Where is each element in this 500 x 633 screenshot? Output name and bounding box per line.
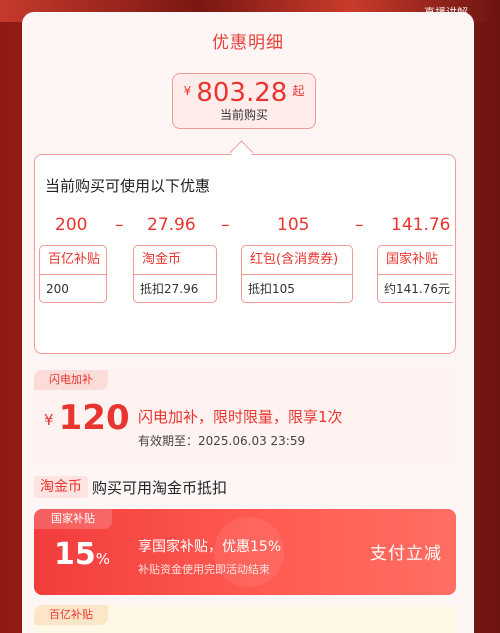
calc-value-bai: 200	[55, 215, 88, 235]
flash-subsidy-tag: 闪电加补	[34, 370, 108, 390]
price-label: 当前购买	[219, 108, 268, 122]
gov-subsidy-card[interactable]: 国家补贴 15% 享国家补贴，优惠15% 补贴资金使用完即活动结束 支付立减	[34, 509, 456, 595]
breakdown-title: 当前购买可使用以下优惠	[45, 177, 211, 195]
gov-percent: 15%	[54, 537, 110, 572]
chip-detail: 约141.76元	[384, 282, 450, 296]
flash-expiry: 有效期至：2025.06.03 23:59	[138, 434, 306, 448]
minus-operator: –	[221, 215, 230, 235]
price-suffix: 起	[292, 84, 305, 98]
calc-value-hongbao: 105	[277, 215, 310, 235]
discount-detail-sheet: 优惠明细 ¥ 803.28 起 当前购买 当前购买可使用以下优惠 200 – 2…	[22, 12, 474, 633]
calculation-row: 200 – 27.96 – 105 – 141.76	[35, 215, 455, 239]
chip-name: 百亿补贴	[40, 246, 106, 275]
bai-subsidy-card[interactable]: 百亿补贴	[34, 605, 456, 633]
gov-subsidy-tag: 国家补贴	[34, 509, 112, 529]
discount-breakdown-panel: 当前购买可使用以下优惠 200 – 27.96 – 105 – 141.76 百…	[34, 154, 456, 354]
chip-name: 淘金币	[134, 246, 216, 275]
flash-amount-value: 120	[58, 398, 130, 438]
pay-discount-button[interactable]: 支付立减	[370, 539, 442, 564]
flash-subsidy-card[interactable]: 闪电加补 ¥ 120 闪电加补，限时限量，限享1次 有效期至：2025.06.0…	[34, 370, 456, 466]
taojinbi-tag: 淘金币	[34, 476, 88, 498]
gov-subsidy-title: 享国家补贴，优惠15%	[138, 539, 282, 555]
chip-name: 红包(含消费券)	[242, 246, 352, 275]
price-currency: ¥	[183, 84, 192, 98]
gov-subsidy-subtitle: 补贴资金使用完即活动结束	[138, 563, 270, 576]
chip-detail: 200	[46, 282, 69, 296]
gov-percent-value: 15	[54, 537, 96, 572]
taojinbi-row[interactable]: 淘金币 购买可用淘金币抵扣	[34, 474, 454, 500]
calc-value-gov: 141.76	[391, 215, 451, 235]
bai-subsidy-tag: 百亿补贴	[34, 605, 108, 625]
gov-percent-sign: %	[95, 550, 111, 568]
flash-description: 闪电加补，限时限量，限享1次	[138, 408, 343, 426]
price-line: ¥ 803.28 起	[173, 78, 315, 108]
taojinbi-text: 购买可用淘金币抵扣	[92, 479, 228, 497]
chip-name: 国家补贴	[378, 246, 453, 275]
current-price-box: ¥ 803.28 起 当前购买	[172, 73, 316, 129]
flash-amount: ¥ 120	[44, 398, 130, 438]
sheet-title: 优惠明细	[212, 33, 284, 53]
chip-detail: 抵扣27.96	[140, 282, 199, 296]
minus-operator: –	[355, 215, 364, 235]
chip-gov-subsidy: 国家补贴 约141.76元	[377, 245, 453, 303]
chip-bai-subsidy: 百亿补贴 200	[39, 245, 107, 303]
flash-currency: ¥	[44, 411, 54, 429]
minus-operator: –	[115, 215, 124, 235]
price-amount: 803.28	[196, 78, 288, 108]
chip-taojinbi: 淘金币 抵扣27.96	[133, 245, 217, 303]
chip-hongbao: 红包(含消费券) 抵扣105	[241, 245, 353, 303]
calc-value-tjb: 27.96	[147, 215, 196, 235]
chip-detail: 抵扣105	[248, 282, 295, 296]
